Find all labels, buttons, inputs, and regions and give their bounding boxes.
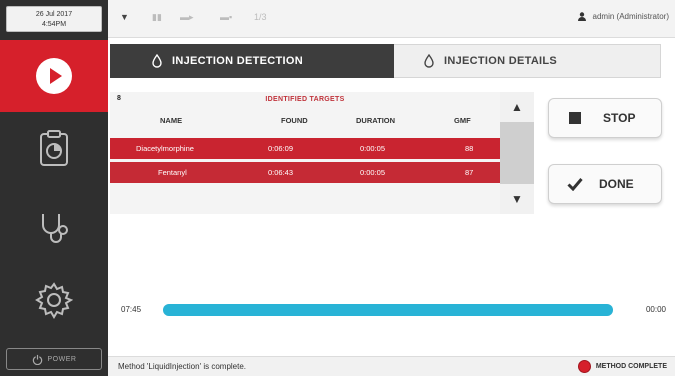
- triangle-down-icon: ▼: [511, 192, 523, 206]
- signal-icon: ▮▮: [152, 12, 162, 22]
- cell-name: Diacetylmorphine: [136, 144, 194, 153]
- tab-label: INJECTION DETAILS: [444, 55, 558, 67]
- play-icon: [36, 58, 72, 94]
- date-text: 26 Jul 2017: [35, 11, 73, 18]
- tab-injection-detection[interactable]: INJECTION DETECTION: [110, 44, 394, 78]
- targets-title: IDENTIFIED TARGETS: [265, 96, 345, 103]
- stethoscope-icon: [42, 214, 68, 243]
- elapsed-time: 07:45: [121, 305, 142, 314]
- sidebar: 26 Jul 2017 4:54PM POWER: [0, 0, 108, 376]
- gear-icon: [35, 282, 73, 319]
- power-icon: [32, 354, 42, 365]
- user-icon: [577, 12, 586, 21]
- datetime-display: 26 Jul 2017 4:54PM: [6, 6, 102, 32]
- sidebar-item-run[interactable]: [0, 40, 108, 112]
- scroll-up-button[interactable]: ▲: [500, 92, 534, 122]
- stop-square-icon: [569, 112, 581, 124]
- power-button[interactable]: POWER: [6, 348, 102, 370]
- cell-found: 0:06:09: [268, 144, 294, 153]
- cell-duration: 0:00:05: [360, 144, 386, 153]
- scroll-down-button[interactable]: ▼: [500, 184, 534, 214]
- table-scrollbar[interactable]: ▲ ▼: [500, 92, 534, 214]
- status-dot-icon: [577, 360, 591, 373]
- wifi-icon: ▼: [120, 12, 129, 22]
- bottom-status-bar: Method 'LiquidInjection' is complete. ME…: [108, 356, 675, 376]
- progress-fill: [163, 304, 613, 316]
- user-name: admin (Administrator): [592, 12, 669, 21]
- stop-label: STOP: [603, 111, 636, 125]
- droplet-icon: [424, 54, 434, 68]
- cell-gmf: 88: [465, 144, 474, 153]
- cell-name: Fentanyl: [158, 168, 187, 177]
- network-icon: ▬▸: [180, 12, 194, 22]
- tab-label: INJECTION DETECTION: [172, 55, 303, 67]
- table-row[interactable]: Fentanyl 0:06:43 0:00:05 87: [110, 162, 500, 183]
- column-header-found: FOUND: [281, 116, 308, 125]
- run-progress-bar: [163, 304, 613, 316]
- done-button[interactable]: DONE: [548, 164, 662, 204]
- cell-gmf: 87: [465, 168, 474, 177]
- column-header-name: NAME: [160, 116, 183, 125]
- column-header-duration: DURATION: [356, 116, 396, 125]
- cell-duration: 0:00:05: [360, 168, 386, 177]
- clipboard-pie-icon: [40, 130, 68, 166]
- triangle-up-icon: ▲: [511, 100, 523, 114]
- remaining-time: 00:00: [645, 305, 666, 314]
- method-status: METHOD COMPLETE: [577, 360, 667, 373]
- status-message: Method 'LiquidInjection' is complete.: [118, 362, 247, 371]
- column-header-gmf: GMF: [454, 116, 471, 125]
- sidebar-item-diagnostics[interactable]: [0, 196, 108, 260]
- tab-injection-details[interactable]: INJECTION DETAILS: [394, 44, 661, 78]
- user-info[interactable]: admin (Administrator): [577, 12, 669, 21]
- droplet-icon: [152, 54, 162, 68]
- page-indicator: 1/3: [254, 12, 267, 22]
- time-text: 4:54PM: [41, 21, 67, 28]
- stop-button[interactable]: STOP: [548, 98, 662, 138]
- table-row[interactable]: Diacetylmorphine 0:06:09 0:00:05 88: [110, 138, 500, 159]
- usb-icon: ▬▪: [220, 12, 233, 22]
- checkmark-icon: [567, 178, 583, 191]
- sidebar-item-settings[interactable]: [0, 268, 108, 332]
- done-label: DONE: [599, 177, 634, 191]
- sidebar-item-reports[interactable]: [0, 112, 108, 184]
- top-status-bar: ▼ ▮▮ ▬▸ ▬▪ 1/3 admin (Administrator): [108, 0, 675, 38]
- power-label: POWER: [47, 355, 77, 363]
- method-status-label: METHOD COMPLETE: [595, 363, 667, 370]
- cell-found: 0:06:43: [268, 168, 294, 177]
